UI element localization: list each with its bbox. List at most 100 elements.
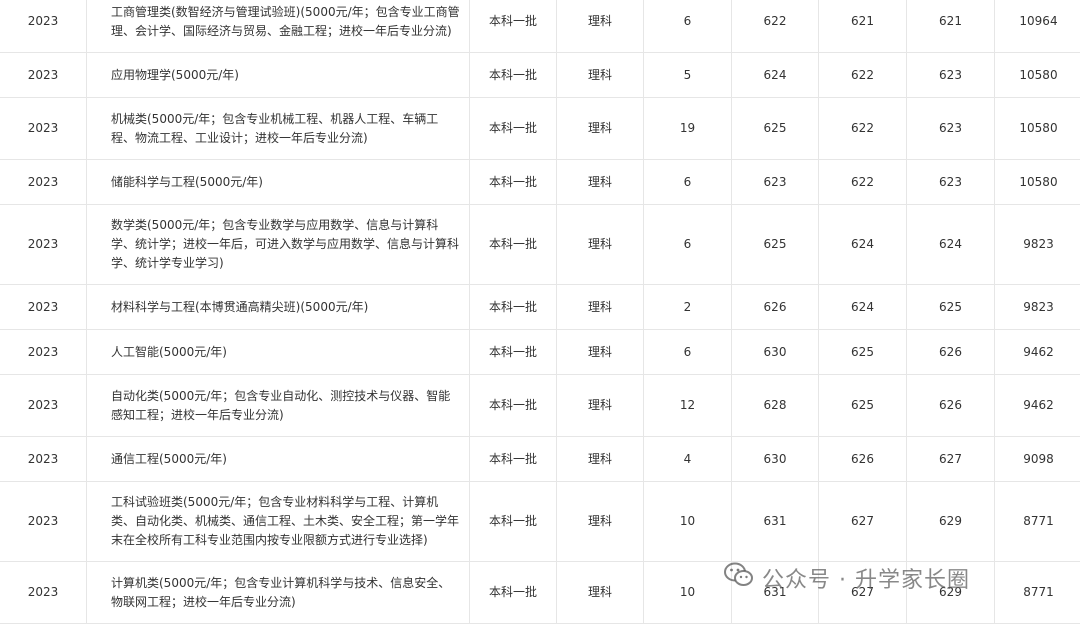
category-cell: 理科 (557, 53, 644, 98)
max-score-cell: 630 (732, 330, 819, 375)
batch-cell: 本科一批 (470, 0, 557, 53)
min-rank-cell: 8771 (995, 482, 1080, 562)
year-cell: 2023 (0, 53, 87, 98)
min-rank-cell: 10580 (995, 53, 1080, 98)
avg-score-cell: 627 (907, 437, 995, 482)
major-cell: 应用物理学(5000元/年) (87, 53, 470, 98)
table-row: 2023应用物理学(5000元/年)本科一批理科562462262310580 (0, 53, 1080, 98)
avg-score-cell: 626 (907, 375, 995, 437)
max-score-cell: 631 (732, 482, 819, 562)
major-cell: 工商管理类(数智经济与管理试验班)(5000元/年；包含专业工商管理、会计学、国… (87, 0, 470, 53)
min-rank-cell: 10580 (995, 98, 1080, 160)
plan-count-cell: 10 (644, 482, 732, 562)
category-cell: 理科 (557, 205, 644, 285)
year-cell: 2023 (0, 98, 87, 160)
category-cell: 理科 (557, 98, 644, 160)
max-score-cell: 623 (732, 160, 819, 205)
min-score-cell: 625 (819, 375, 907, 437)
year-cell: 2023 (0, 330, 87, 375)
max-score-cell: 625 (732, 205, 819, 285)
category-cell: 理科 (557, 285, 644, 330)
batch-cell: 本科一批 (470, 375, 557, 437)
batch-cell: 本科一批 (470, 285, 557, 330)
avg-score-cell: 623 (907, 53, 995, 98)
table-row: 2023通信工程(5000元/年)本科一批理科46306266279098 (0, 437, 1080, 482)
major-cell: 自动化类(5000元/年；包含专业自动化、测控技术与仪器、智能感知工程；进校一年… (87, 375, 470, 437)
batch-cell: 本科一批 (470, 437, 557, 482)
max-score-cell: 626 (732, 285, 819, 330)
max-score-cell: 628 (732, 375, 819, 437)
plan-count-cell: 6 (644, 330, 732, 375)
avg-score-cell: 626 (907, 330, 995, 375)
major-cell: 机械类(5000元/年；包含专业机械工程、机器人工程、车辆工程、物流工程、工业设… (87, 98, 470, 160)
min-score-cell: 622 (819, 53, 907, 98)
plan-count-cell: 6 (644, 0, 732, 53)
avg-score-cell: 624 (907, 205, 995, 285)
avg-score-cell: 629 (907, 482, 995, 562)
batch-cell: 本科一批 (470, 330, 557, 375)
plan-count-cell: 19 (644, 98, 732, 160)
min-score-cell: 621 (819, 0, 907, 53)
year-cell: 2023 (0, 562, 87, 624)
batch-cell: 本科一批 (470, 205, 557, 285)
min-score-cell: 626 (819, 437, 907, 482)
major-cell: 储能科学与工程(5000元/年) (87, 160, 470, 205)
table-row: 2023计算机类(5000元/年；包含专业计算机科学与技术、信息安全、物联网工程… (0, 562, 1080, 624)
min-score-cell: 622 (819, 98, 907, 160)
min-rank-cell: 9823 (995, 205, 1080, 285)
major-cell: 数学类(5000元/年；包含专业数学与应用数学、信息与计算科学、统计学；进校一年… (87, 205, 470, 285)
max-score-cell: 624 (732, 53, 819, 98)
batch-cell: 本科一批 (470, 482, 557, 562)
plan-count-cell: 12 (644, 375, 732, 437)
table-row: 2023工商管理类(数智经济与管理试验班)(5000元/年；包含专业工商管理、会… (0, 0, 1080, 53)
category-cell: 理科 (557, 482, 644, 562)
max-score-cell: 622 (732, 0, 819, 53)
plan-count-cell: 4 (644, 437, 732, 482)
min-score-cell: 624 (819, 285, 907, 330)
max-score-cell: 631 (732, 562, 819, 624)
major-cell: 通信工程(5000元/年) (87, 437, 470, 482)
avg-score-cell: 625 (907, 285, 995, 330)
avg-score-cell: 629 (907, 562, 995, 624)
year-cell: 2023 (0, 437, 87, 482)
table-row: 2023材料科学与工程(本博贯通高精尖班)(5000元/年)本科一批理科2626… (0, 285, 1080, 330)
batch-cell: 本科一批 (470, 53, 557, 98)
year-cell: 2023 (0, 0, 87, 53)
max-score-cell: 625 (732, 98, 819, 160)
min-score-cell: 624 (819, 205, 907, 285)
table-row: 2023数学类(5000元/年；包含专业数学与应用数学、信息与计算科学、统计学；… (0, 205, 1080, 285)
min-score-cell: 627 (819, 482, 907, 562)
category-cell: 理科 (557, 330, 644, 375)
min-score-cell: 627 (819, 562, 907, 624)
major-cell: 工科试验班类(5000元/年；包含专业材料科学与工程、计算机类、自动化类、机械类… (87, 482, 470, 562)
batch-cell: 本科一批 (470, 160, 557, 205)
avg-score-cell: 623 (907, 160, 995, 205)
year-cell: 2023 (0, 205, 87, 285)
year-cell: 2023 (0, 482, 87, 562)
min-rank-cell: 9462 (995, 330, 1080, 375)
avg-score-cell: 621 (907, 0, 995, 53)
batch-cell: 本科一批 (470, 98, 557, 160)
avg-score-cell: 623 (907, 98, 995, 160)
category-cell: 理科 (557, 437, 644, 482)
plan-count-cell: 5 (644, 53, 732, 98)
category-cell: 理科 (557, 562, 644, 624)
major-cell: 人工智能(5000元/年) (87, 330, 470, 375)
plan-count-cell: 2 (644, 285, 732, 330)
category-cell: 理科 (557, 0, 644, 53)
category-cell: 理科 (557, 160, 644, 205)
min-score-cell: 622 (819, 160, 907, 205)
admission-scores-table: 2023工商管理类(数智经济与管理试验班)(5000元/年；包含专业工商管理、会… (0, 0, 1080, 624)
table-row: 2023工科试验班类(5000元/年；包含专业材料科学与工程、计算机类、自动化类… (0, 482, 1080, 562)
major-cell: 计算机类(5000元/年；包含专业计算机科学与技术、信息安全、物联网工程；进校一… (87, 562, 470, 624)
min-rank-cell: 9823 (995, 285, 1080, 330)
plan-count-cell: 6 (644, 205, 732, 285)
min-rank-cell: 9462 (995, 375, 1080, 437)
year-cell: 2023 (0, 375, 87, 437)
category-cell: 理科 (557, 375, 644, 437)
min-rank-cell: 8771 (995, 562, 1080, 624)
plan-count-cell: 6 (644, 160, 732, 205)
min-rank-cell: 9098 (995, 437, 1080, 482)
table-row: 2023人工智能(5000元/年)本科一批理科66306256269462 (0, 330, 1080, 375)
year-cell: 2023 (0, 285, 87, 330)
